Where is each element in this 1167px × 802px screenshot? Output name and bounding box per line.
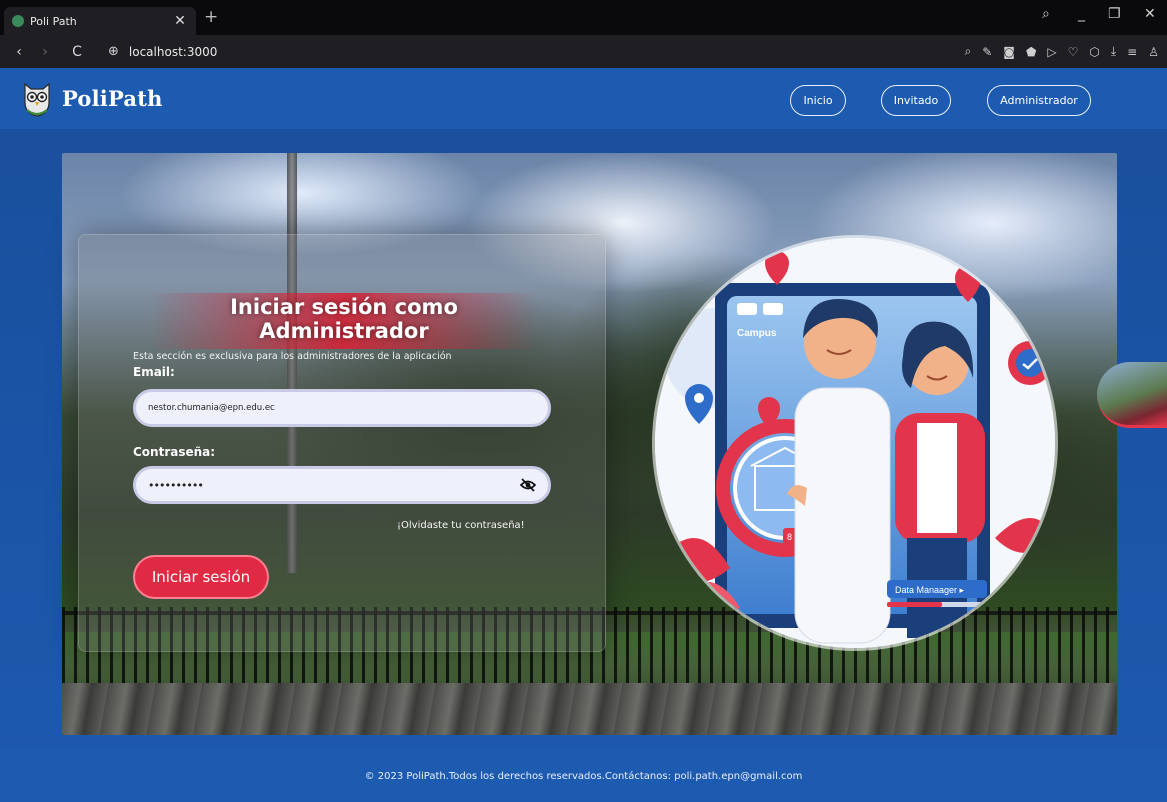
edit-icon[interactable]: ✎	[982, 45, 992, 59]
toolbar-icons: ⌕ ✎ ◙ ⬟ ▷ ♡ ⬡ ⤓ ≡ ♙	[964, 35, 1159, 68]
profile-icon[interactable]: ♙	[1148, 45, 1159, 59]
email-field[interactable]: nestor.chumania@epn.edu.ec	[133, 389, 551, 427]
data-manager-label: Data Manaager ▸	[895, 585, 965, 595]
browser-window: Poli Path ✕ + ⌕ _ ❐ ✕ ‹ › C ⊕ localhost:…	[0, 0, 1167, 802]
owl-logo-icon	[24, 82, 50, 117]
admin-illustration: Campus 8 Data Manaager ▸	[655, 238, 1055, 648]
pin-number: 8	[787, 532, 792, 542]
campus-label: Campus	[737, 328, 777, 339]
brand-name[interactable]: PoliPath	[62, 86, 163, 111]
favicon-icon	[12, 15, 24, 27]
search-tabs-icon[interactable]: ⌕	[1042, 6, 1050, 22]
password-field[interactable]: ••••••••••	[133, 466, 551, 504]
footer-text: © 2023 PoliPath.Todos los derechos reser…	[364, 770, 803, 782]
shield-icon[interactable]: ⬟	[1026, 45, 1036, 59]
email-label: Email:	[133, 365, 175, 379]
back-icon[interactable]: ‹	[6, 44, 32, 60]
login-title: Iniciar sesión como Administrador	[149, 293, 539, 349]
password-label: Contraseña:	[133, 445, 216, 459]
address-bar: ‹ › C ⊕ localhost:3000 ⌕ ✎ ◙ ⬟ ▷ ♡ ⬡ ⤓ ≡…	[0, 35, 1167, 68]
tab-title: Poli Path	[30, 14, 77, 28]
top-navbar: PoliPath Inicio Invitado Administrador	[0, 68, 1167, 129]
forward-icon[interactable]: ›	[32, 44, 58, 60]
forgot-password-link[interactable]: ¡Olvidaste tu contraseña!	[397, 520, 525, 531]
restore-button[interactable]: ❐	[1108, 6, 1121, 22]
hide-password-icon[interactable]	[520, 477, 536, 493]
side-thumbnail-image[interactable]	[1097, 362, 1167, 428]
email-value: nestor.chumania@epn.edu.ec	[148, 403, 275, 413]
tab-close-icon[interactable]: ✕	[172, 13, 188, 29]
login-card: Iniciar sesión como Administrador Esta s…	[78, 234, 606, 652]
nav-invitado-button[interactable]: Invitado	[881, 85, 951, 116]
password-value: ••••••••••	[148, 478, 204, 492]
minimize-button[interactable]: _	[1078, 6, 1085, 22]
nav-inicio-button[interactable]: Inicio	[790, 85, 846, 116]
new-tab-button[interactable]: +	[204, 7, 218, 27]
login-subtitle: Esta sección es exclusiva para los admin…	[133, 351, 452, 362]
site-info-icon[interactable]: ⊕	[108, 44, 119, 59]
url-field[interactable]: localhost:3000	[129, 45, 217, 59]
close-window-button[interactable]: ✕	[1144, 6, 1156, 22]
app-page: PoliPath Inicio Invitado Administrador I…	[0, 68, 1167, 802]
page-footer: © 2023 PoliPath.Todos los derechos reser…	[0, 750, 1167, 802]
login-button[interactable]: Iniciar sesión	[133, 555, 269, 599]
nav-administrador-button[interactable]: Administrador	[987, 85, 1091, 116]
illustration-art: Campus 8 Data Manaager ▸	[655, 238, 1055, 648]
download-icon[interactable]: ⤓	[1111, 44, 1116, 59]
stone-wall	[62, 683, 1117, 735]
browser-tab[interactable]: Poli Path ✕	[4, 7, 196, 35]
cube-icon[interactable]: ⬡	[1089, 45, 1099, 59]
heart-icon[interactable]: ♡	[1068, 45, 1079, 59]
menu-icon[interactable]: ≡	[1127, 45, 1137, 59]
search-icon[interactable]: ⌕	[964, 44, 971, 59]
reload-icon[interactable]: C	[64, 44, 90, 60]
tab-bar: Poli Path ✕ + ⌕ _ ❐ ✕	[0, 0, 1167, 35]
camera-icon[interactable]: ◙	[1003, 45, 1015, 59]
send-icon[interactable]: ▷	[1047, 45, 1056, 59]
